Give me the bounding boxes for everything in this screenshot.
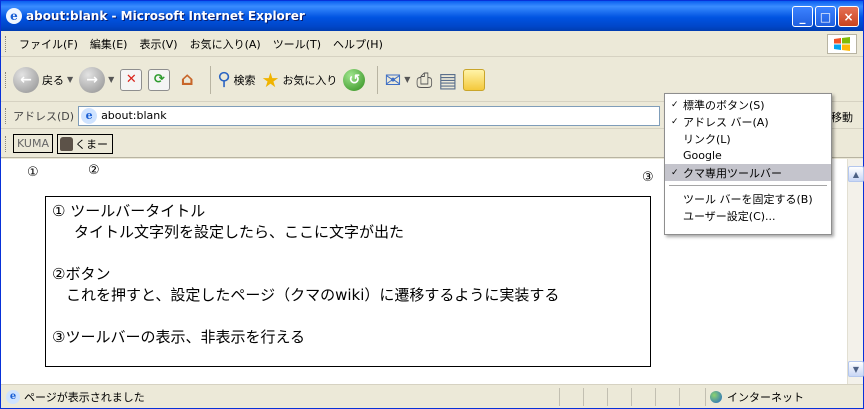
toolbar-separator — [210, 65, 212, 94]
annotation-notes: ① ツールバータイトル タイトル文字列を設定したら、ここに文字が出た ②ボタン … — [45, 196, 651, 367]
favorites-star-icon: ★ — [261, 67, 280, 92]
check-icon: ✓ — [671, 99, 679, 110]
ctx-item-label: 標準のボタン(S) — [683, 98, 765, 112]
menu-file[interactable]: ファイル(F) — [13, 36, 84, 52]
title-bar[interactable]: e about:blank - Microsoft Internet Explo… — [1, 1, 863, 31]
ie-window: e about:blank - Microsoft Internet Explo… — [0, 0, 864, 409]
ctx-item-label: クマ専用ツールバー — [683, 166, 782, 180]
ctx-item-label: ユーザー設定(C)... — [683, 209, 776, 223]
home-button[interactable]: ⌂ — [176, 69, 198, 91]
ctx-item-customize[interactable]: ユーザー設定(C)... — [665, 207, 831, 224]
address-value: about:blank — [101, 109, 167, 122]
scroll-down-icon[interactable]: ▼ — [848, 361, 864, 377]
toolbar-grip[interactable] — [5, 135, 8, 152]
status-panes — [559, 388, 703, 406]
print-icon: ⎙ — [416, 67, 433, 92]
ctx-item-label: アドレス バー(A) — [683, 115, 769, 129]
back-arrow-icon: ← — [13, 66, 39, 93]
ctx-item-label: Google — [683, 149, 722, 162]
note-icon: ▭ — [463, 68, 486, 91]
toolbar-grip[interactable] — [5, 36, 8, 52]
back-label: 戻る — [42, 73, 64, 87]
forward-button[interactable]: → ▼ — [79, 66, 114, 93]
search-label: 検索 — [233, 73, 256, 87]
search-button[interactable]: ⚲ 検索 — [217, 69, 255, 90]
toolbar-grip[interactable] — [5, 71, 8, 88]
edit-icon: ▤ — [438, 67, 458, 92]
security-zone[interactable]: インターネット — [705, 388, 804, 406]
toolbar-grip[interactable] — [5, 107, 8, 124]
annotation-marker-1: ① — [27, 165, 39, 180]
favorites-label: お気に入り — [282, 73, 338, 87]
history-icon: ↺ — [343, 68, 366, 91]
kuma-toolbar-title: KUMA — [13, 134, 53, 153]
close-button[interactable]: × — [838, 6, 859, 27]
toolbar-context-menu: ✓ 標準のボタン(S) ✓ アドレス バー(A) リンク(L) Google ✓… — [664, 93, 832, 235]
address-label: アドレス(D) — [13, 109, 75, 123]
toolbar-separator — [377, 65, 379, 94]
note-line: ③ツールバーの表示、非表示を行える — [52, 328, 305, 346]
page-icon: e — [81, 107, 98, 124]
chevron-down-icon[interactable]: ▼ — [404, 75, 410, 84]
go-button[interactable]: 移動 — [831, 109, 853, 125]
mail-button[interactable]: ✉ ▼ — [384, 68, 410, 92]
zone-label: インターネット — [727, 391, 804, 404]
window-title: about:blank - Microsoft Internet Explore… — [26, 9, 305, 23]
check-icon: ✓ — [671, 167, 679, 178]
home-icon: ⌂ — [180, 69, 194, 90]
mail-icon: ✉ — [384, 67, 402, 92]
ctx-item-address-bar[interactable]: ✓ アドレス バー(A) — [665, 113, 831, 130]
menu-view[interactable]: 表示(V) — [133, 36, 183, 52]
ctx-item-lock-toolbars[interactable]: ツール バーを固定する(B) — [665, 190, 831, 207]
scroll-up-icon[interactable]: ▲ — [848, 166, 864, 182]
ctx-item-google[interactable]: Google — [665, 147, 831, 164]
status-text: ページが表示されました — [24, 390, 145, 404]
menu-edit[interactable]: 編集(E) — [84, 36, 134, 52]
chevron-down-icon[interactable]: ▼ — [108, 75, 114, 84]
menu-separator — [669, 185, 827, 186]
annotation-marker-2: ② — [88, 163, 100, 178]
menu-favorites[interactable]: お気に入り(A) — [184, 36, 267, 52]
back-button[interactable]: ← 戻る ▼ — [13, 66, 73, 93]
internet-globe-icon — [710, 391, 722, 403]
menu-help[interactable]: ヘルプ(H) — [327, 36, 389, 52]
ctx-item-label: ツール バーを固定する(B) — [683, 192, 813, 206]
messenger-button[interactable]: ▭ — [463, 68, 486, 91]
menu-tools[interactable]: ツール(T) — [267, 36, 327, 52]
edit-button[interactable]: ▤ — [438, 68, 457, 92]
ctx-item-kuma-toolbar[interactable]: ✓ クマ専用ツールバー — [665, 164, 831, 181]
search-icon: ⚲ — [217, 69, 231, 90]
minimize-button[interactable]: _ — [792, 6, 813, 27]
check-icon: ✓ — [671, 116, 679, 127]
window-controls: _ □ × — [792, 6, 859, 27]
maximize-button[interactable]: □ — [815, 6, 836, 27]
status-bar: e ページが表示されました インターネット — [1, 384, 863, 408]
annotation-marker-3: ③ — [642, 170, 654, 185]
menu-bar: ファイル(F) 編集(E) 表示(V) お気に入り(A) ツール(T) ヘルプ(… — [1, 32, 863, 57]
ctx-item-links[interactable]: リンク(L) — [665, 130, 831, 147]
note-line: ②ボタン — [52, 265, 111, 283]
chevron-down-icon[interactable]: ▼ — [67, 75, 73, 84]
stop-button[interactable]: ✕ — [120, 68, 143, 91]
page-icon: e — [6, 389, 20, 404]
kuma-wiki-button[interactable]: くまー — [57, 133, 113, 154]
refresh-icon: ⟳ — [148, 68, 171, 91]
ie-logo-icon: e — [6, 8, 22, 24]
bear-icon — [60, 136, 73, 151]
ctx-item-label: リンク(L) — [683, 132, 731, 146]
address-input[interactable]: e about:blank — [78, 105, 661, 126]
vertical-scrollbar[interactable]: ▲ ▼ — [847, 159, 864, 384]
refresh-button[interactable]: ⟳ — [148, 68, 171, 91]
note-line: ① ツールバータイトル — [52, 202, 206, 220]
favorites-button[interactable]: ★ お気に入り — [262, 68, 338, 92]
note-line: これを押すと、設定したページ（クマのwiki）に遷移するように実装する — [66, 286, 560, 304]
forward-arrow-icon: → — [79, 66, 106, 93]
ctx-item-standard-buttons[interactable]: ✓ 標準のボタン(S) — [665, 96, 831, 113]
stop-icon: ✕ — [120, 68, 143, 91]
windows-logo-icon — [827, 34, 857, 54]
print-button[interactable]: ⎙ — [416, 68, 432, 92]
note-line: タイトル文字列を設定したら、ここに文字が出た — [74, 223, 405, 241]
kuma-button-label: くまー — [75, 137, 108, 151]
history-button[interactable]: ↺ — [343, 68, 366, 91]
